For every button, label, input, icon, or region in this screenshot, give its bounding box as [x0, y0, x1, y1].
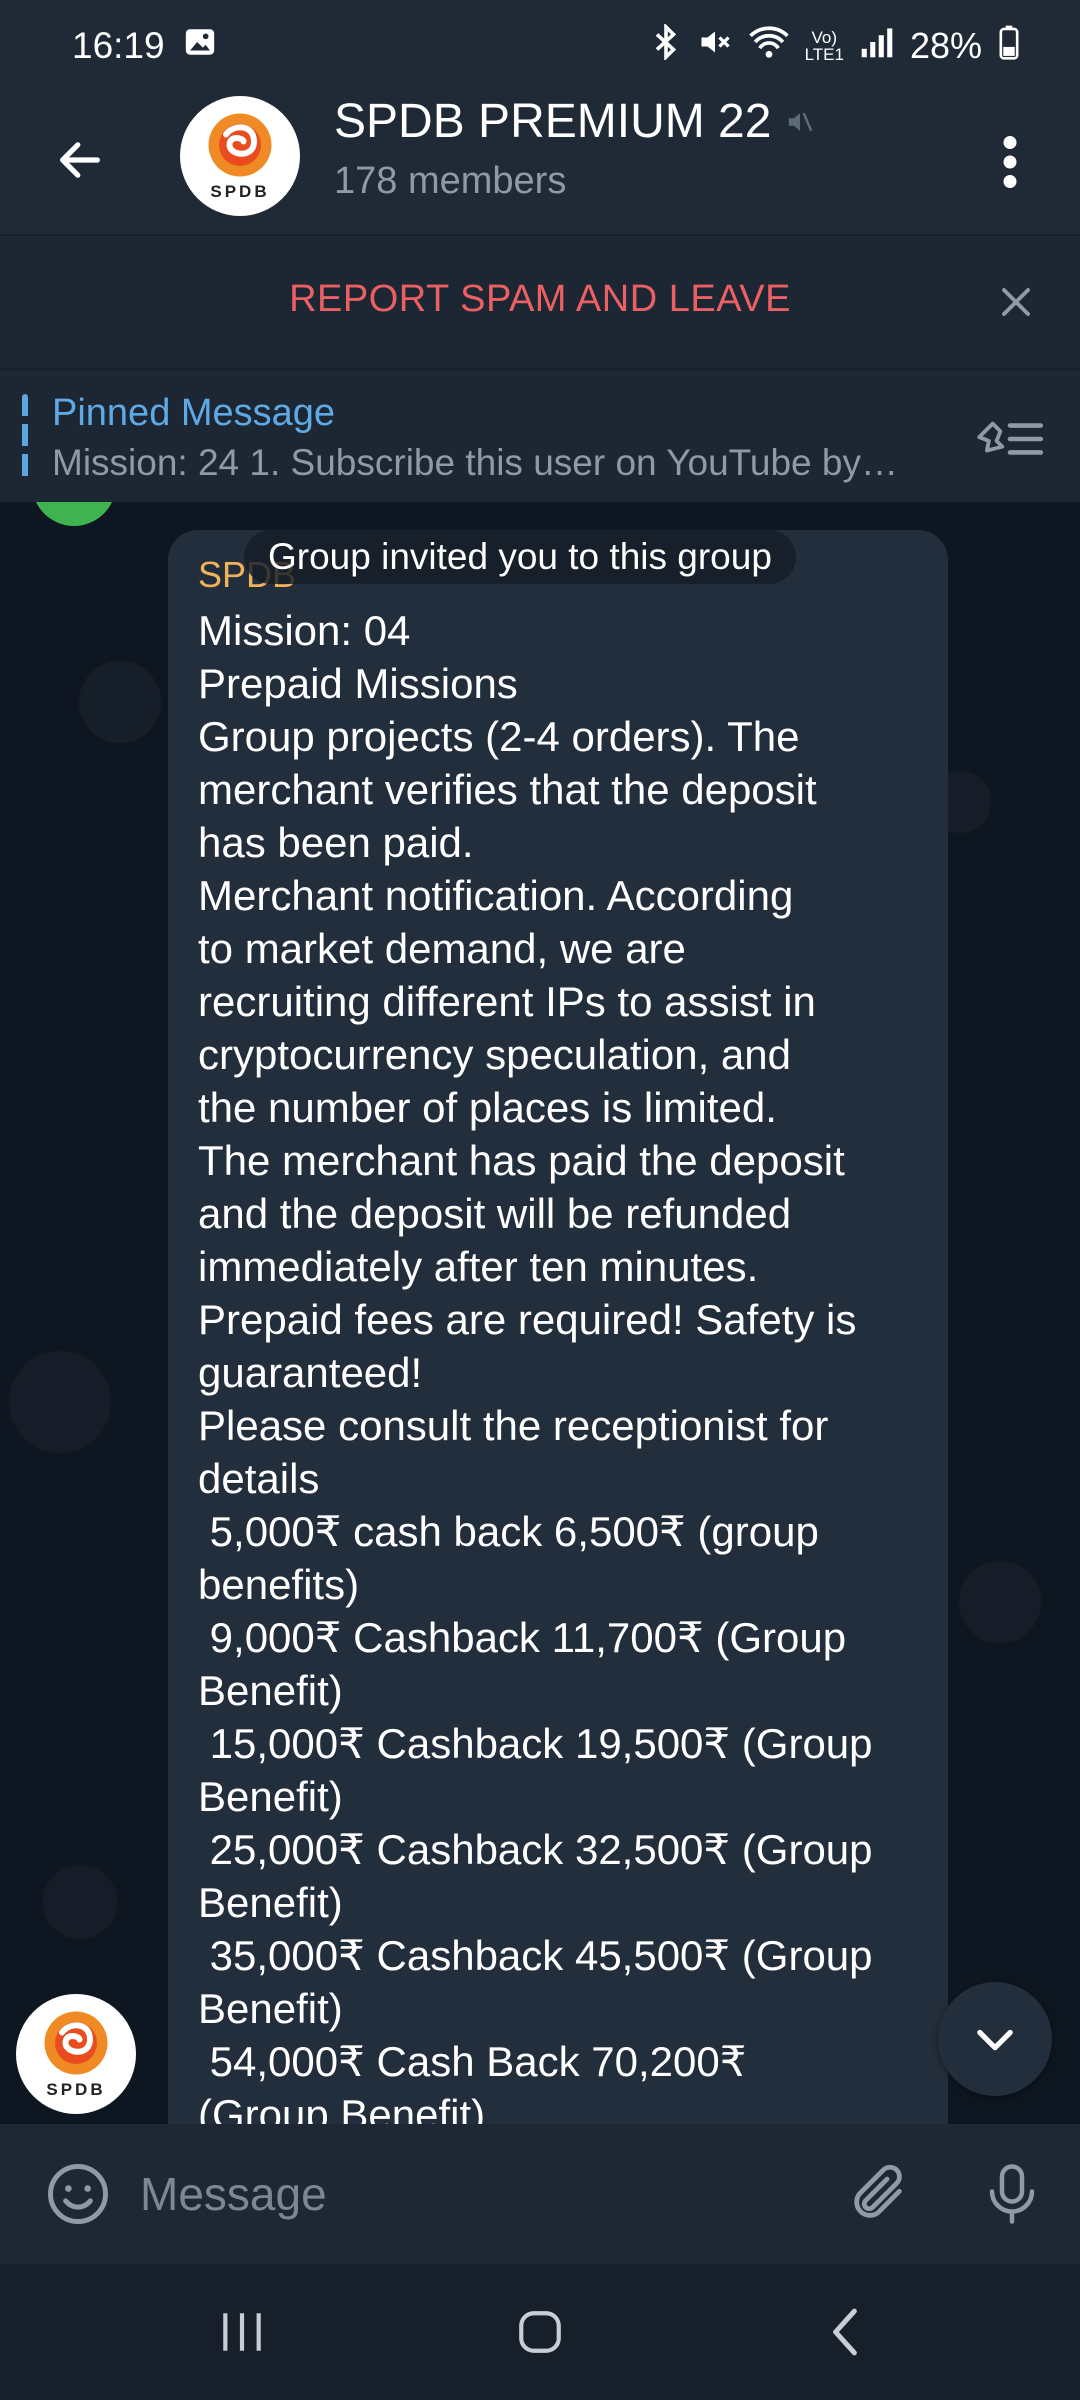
- chevron-down-icon: [977, 2029, 1013, 2051]
- message-line: Benefit): [198, 1667, 343, 1714]
- signal-icon: [860, 25, 894, 68]
- system-nav-bar: [0, 2264, 1080, 2400]
- spdb-logo-icon: [208, 113, 272, 177]
- message-line: Please consult the receptionist for: [198, 1402, 829, 1449]
- report-spam-bar: REPORT SPAM AND LEAVE: [0, 234, 1080, 368]
- mic-button[interactable]: [974, 2154, 1050, 2234]
- message-line: Prepaid fees are required! Safety is: [198, 1296, 857, 1343]
- volte-icon: Vo) LTE1: [804, 28, 844, 64]
- message-bubble[interactable]: SPDB Mission: 04 Prepaid Missions Group pr…: [168, 530, 948, 2124]
- nav-back-button[interactable]: [806, 2302, 886, 2362]
- avatar-text: SPDB: [46, 2080, 106, 2099]
- home-button[interactable]: [500, 2302, 580, 2362]
- message-input-bar: [0, 2124, 1080, 2264]
- message-text: Mission: 04 Prepaid Missions Group project…: [198, 604, 938, 2124]
- message-line: cryptocurrency speculation, and: [198, 1031, 791, 1078]
- report-spam-button[interactable]: REPORT SPAM AND LEAVE: [0, 278, 1080, 321]
- close-spam-bar-button[interactable]: [986, 272, 1046, 332]
- sender-avatar[interactable]: SPDB: [16, 1994, 136, 2114]
- message-line: and the deposit will be refunded: [198, 1190, 792, 1237]
- mute-icon: [697, 24, 733, 69]
- pinned-indicator: [22, 394, 28, 484]
- wifi-icon: [748, 24, 789, 69]
- message-line: Benefit): [198, 1879, 343, 1926]
- chat-title-row[interactable]: SPDB PREMIUM 22: [334, 94, 815, 149]
- chat-header: SPDB SPDB PREMIUM 22 178 members: [0, 92, 1080, 234]
- home-icon: [519, 2311, 561, 2353]
- message-line: Group projects (2-4 orders). The: [198, 713, 800, 760]
- message-line: guaranteed!: [198, 1349, 423, 1396]
- message-line: 5,000₹ cash back 6,500₹ (group: [198, 1508, 819, 1555]
- message-line: merchant verifies that the deposit: [198, 766, 817, 813]
- close-icon: [1002, 288, 1030, 316]
- message-line: 9,000₹ Cashback 11,700₹ (Group: [198, 1614, 847, 1661]
- message-line: benefits): [198, 1561, 360, 1608]
- arrow-left-icon: [60, 142, 100, 178]
- pinned-text: Mission: 24 1. Subscribe this user on Yo…: [52, 442, 898, 483]
- battery-text: 28%: [909, 25, 982, 66]
- message-line: immediately after ten minutes.: [198, 1243, 759, 1290]
- message-line: 54,000₹ Cash Back 70,200₹: [198, 2038, 747, 2085]
- status-left: 16:19: [72, 25, 217, 68]
- status-time: 16:19: [72, 25, 165, 66]
- group-avatar[interactable]: SPDB: [180, 96, 300, 216]
- muted-icon: [789, 112, 813, 131]
- spdb-logo-icon: [44, 2011, 108, 2075]
- more-vert-icon: [1003, 136, 1017, 188]
- message-line: Mission: 04: [198, 607, 411, 654]
- message-line: to market demand, we are: [198, 925, 686, 972]
- avatar-text: SPDB: [210, 182, 270, 201]
- previous-avatar: [32, 502, 116, 526]
- message-line: The merchant has paid the deposit: [198, 1137, 845, 1184]
- pinned-message-bar[interactable]: Pinned Message Mission: 24 1. Subscribe …: [0, 368, 1080, 502]
- status-bar: 16:19 Vo) LTE1 28%: [0, 0, 1080, 92]
- message-line: 25,000₹ Cashback 32,500₹ (Group: [198, 1826, 873, 1873]
- attach-button[interactable]: [840, 2156, 916, 2232]
- service-message: Group invited you to this group: [244, 530, 796, 584]
- pinned-list-button[interactable]: [970, 404, 1050, 474]
- paperclip-icon: [854, 2164, 902, 2218]
- more-menu-button[interactable]: [980, 122, 1040, 202]
- message-line: the number of places is limited.: [198, 1084, 777, 1131]
- message-line: Merchant notification. According: [198, 872, 794, 919]
- message-line: Benefit): [198, 1985, 343, 2032]
- pinned-title: Pinned Message: [52, 392, 336, 434]
- smile-icon: [48, 2164, 108, 2224]
- message-line: Prepaid Missions: [198, 660, 518, 707]
- message-line: details: [198, 1455, 320, 1502]
- emoji-button[interactable]: [42, 2158, 114, 2230]
- message-line: recruiting different IPs to assist in: [198, 978, 816, 1025]
- scroll-down-button[interactable]: [938, 1982, 1052, 2096]
- message-input[interactable]: [140, 2158, 790, 2230]
- recent-apps-icon: [223, 2313, 261, 2351]
- gallery-icon: [183, 25, 217, 68]
- chat-title: SPDB PREMIUM 22: [334, 95, 772, 148]
- message-line: Benefit): [198, 1773, 343, 1820]
- pin-list-icon: [977, 421, 1044, 455]
- recent-apps-button[interactable]: [202, 2302, 282, 2362]
- chevron-left-icon: [833, 2308, 857, 2356]
- message-line: 35,000₹ Cashback 45,500₹ (Group: [198, 1932, 873, 1979]
- message-line: (Group Benefit): [198, 2091, 486, 2124]
- back-button[interactable]: [40, 120, 120, 200]
- chat-area[interactable]: SPDB Mission: 04 Prepaid Missions Group pr…: [0, 502, 1080, 2124]
- battery-icon: [998, 24, 1020, 69]
- microphone-icon: [989, 2164, 1035, 2224]
- message-line: 15,000₹ Cashback 19,500₹ (Group: [198, 1720, 873, 1767]
- status-right: Vo) LTE1 28%: [651, 22, 1020, 69]
- message-line: has been paid.: [198, 819, 474, 866]
- bluetooth-icon: [651, 22, 681, 69]
- member-count: 178 members: [334, 160, 567, 202]
